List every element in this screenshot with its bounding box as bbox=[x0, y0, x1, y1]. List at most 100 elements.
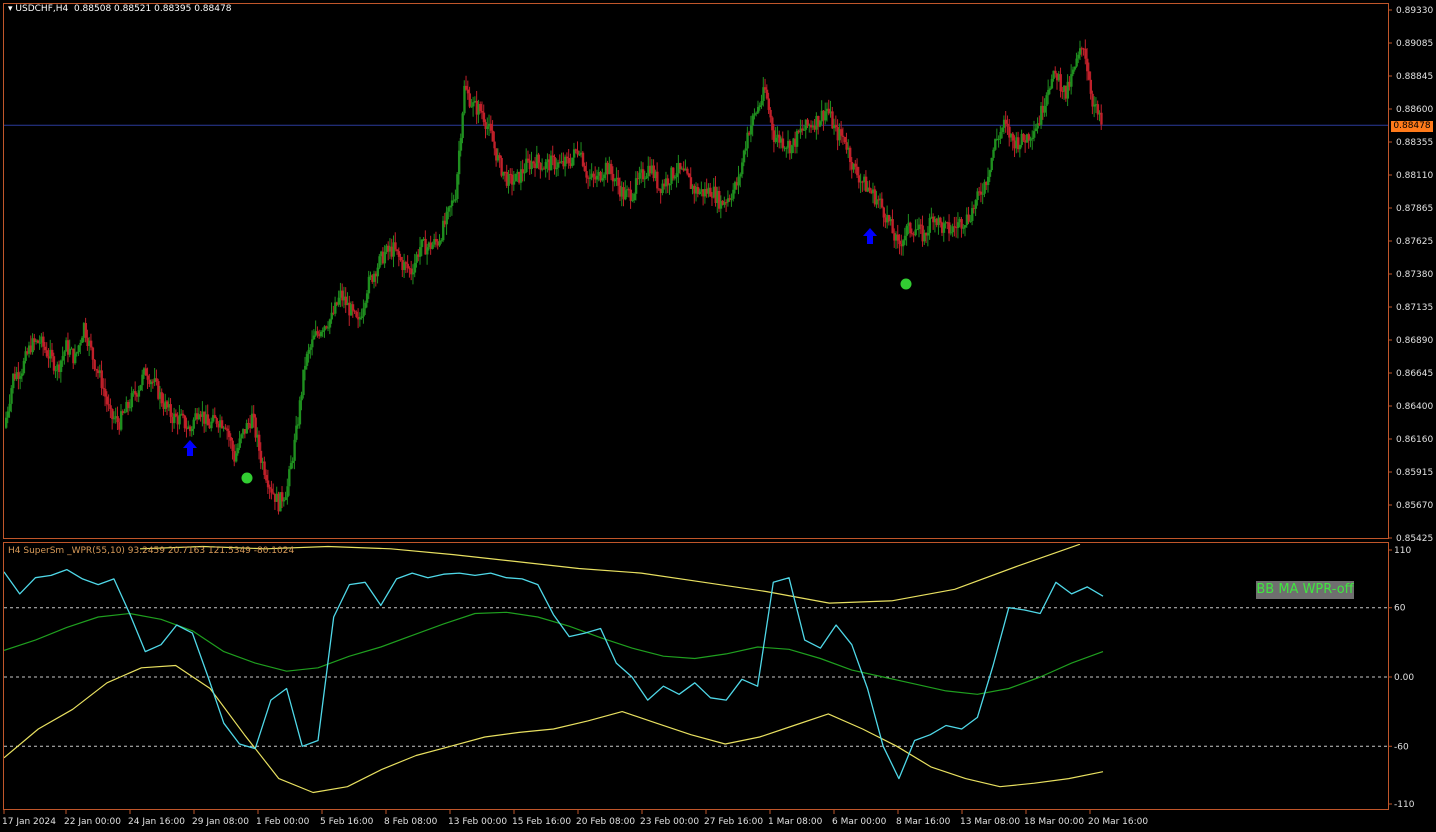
candle-body bbox=[578, 154, 581, 156]
candle-body bbox=[413, 262, 417, 273]
candle-body bbox=[155, 378, 158, 382]
candle-body bbox=[288, 469, 291, 487]
candle-body bbox=[383, 252, 387, 264]
candle-body bbox=[1077, 54, 1080, 59]
candle-body bbox=[266, 480, 270, 488]
candle-body bbox=[756, 106, 760, 113]
candle-body bbox=[581, 152, 585, 166]
candle-body bbox=[1029, 139, 1032, 141]
candle-body bbox=[93, 359, 96, 370]
candle-body bbox=[284, 497, 287, 500]
price-tick-label: 0.89085 bbox=[1396, 39, 1433, 49]
candle-body bbox=[134, 391, 137, 395]
candle-body bbox=[112, 418, 116, 420]
candle-body bbox=[22, 360, 26, 374]
candle-body bbox=[229, 437, 233, 441]
candle-body bbox=[1089, 79, 1093, 94]
candle-body bbox=[447, 207, 450, 212]
candle-body bbox=[785, 147, 788, 149]
bb-ma-wpr-toggle-button[interactable]: BB MA WPR-off bbox=[1256, 581, 1354, 599]
candle-body bbox=[411, 272, 415, 275]
candle-body bbox=[926, 232, 930, 236]
candle-body bbox=[365, 293, 369, 303]
candle-body bbox=[751, 115, 755, 126]
candle-body bbox=[843, 136, 847, 143]
candle-body bbox=[638, 172, 641, 179]
candle-body bbox=[641, 169, 645, 180]
candle-body bbox=[939, 217, 942, 223]
time-tick-label: 23 Feb 00:00 bbox=[640, 817, 699, 827]
candle-body bbox=[725, 202, 728, 204]
candle-body bbox=[988, 170, 992, 177]
time-tick-label: 27 Feb 16:00 bbox=[704, 817, 763, 827]
time-tick-label: 8 Mar 16:00 bbox=[896, 817, 951, 827]
candle-body bbox=[765, 89, 769, 99]
candle-body bbox=[111, 409, 114, 420]
candle-body bbox=[74, 353, 77, 364]
candle-body bbox=[525, 158, 528, 173]
candle-body bbox=[468, 93, 471, 107]
candle-body bbox=[1045, 95, 1048, 106]
candle-body bbox=[585, 171, 588, 178]
chart-canvas: 0.89330 0.89085 0.88845 0.88600 0.88355 0.881… bbox=[2, 6, 1433, 827]
candle-body bbox=[272, 492, 275, 494]
candle-body bbox=[919, 224, 923, 226]
candle-body bbox=[771, 117, 774, 131]
buy-arrow-icon bbox=[863, 228, 877, 244]
candle-body bbox=[967, 214, 970, 222]
candle-body bbox=[746, 132, 749, 149]
candle-body bbox=[916, 229, 919, 231]
candle-body bbox=[130, 393, 134, 408]
price-tick-label: 0.88600 bbox=[1396, 105, 1433, 115]
candle-body bbox=[470, 106, 473, 108]
candle-body bbox=[91, 347, 95, 360]
candle-body bbox=[238, 438, 241, 448]
candle-body bbox=[463, 85, 466, 114]
candle-body bbox=[406, 263, 410, 269]
candle-body bbox=[969, 220, 972, 222]
collapse-triangle-icon[interactable]: ▾ bbox=[8, 4, 13, 14]
time-tick-label: 13 Mar 08:00 bbox=[960, 817, 1020, 827]
candle-body bbox=[1054, 70, 1057, 74]
candle-body bbox=[824, 111, 827, 121]
candle-body bbox=[89, 340, 93, 348]
candle-body bbox=[63, 351, 66, 357]
candle-body bbox=[617, 177, 620, 186]
candle-body bbox=[818, 121, 822, 127]
candle-body bbox=[514, 173, 517, 182]
time-tick-label: 15 Feb 16:00 bbox=[512, 817, 571, 827]
lower-band-line bbox=[4, 664, 1104, 794]
candle-body bbox=[226, 428, 229, 431]
candle-body bbox=[749, 125, 753, 135]
price-tick-label: 0.85425 bbox=[1396, 534, 1433, 544]
candle-body bbox=[54, 370, 57, 372]
price-tick-label: 0.86400 bbox=[1396, 402, 1433, 412]
wpr-ma-line bbox=[4, 611, 1104, 695]
candle-body bbox=[1047, 89, 1050, 96]
price-tick-label: 0.87380 bbox=[1396, 270, 1433, 280]
candle-body bbox=[790, 145, 793, 154]
candle-body bbox=[286, 486, 289, 498]
candle-body bbox=[840, 129, 843, 136]
candle-body bbox=[493, 141, 496, 149]
candle-body bbox=[123, 412, 126, 414]
candle-body bbox=[781, 138, 785, 148]
candle-body bbox=[454, 199, 457, 201]
candle-body bbox=[942, 223, 946, 233]
candle-body bbox=[394, 242, 397, 250]
candle-body bbox=[259, 450, 263, 463]
candle-body bbox=[742, 150, 746, 163]
candle-body bbox=[564, 156, 567, 167]
indicator-tick-label: -110 bbox=[1394, 800, 1415, 810]
candle-body bbox=[10, 388, 13, 404]
candle-body bbox=[537, 154, 540, 163]
candle-body bbox=[307, 349, 310, 354]
candle-body bbox=[59, 360, 63, 372]
candle-body bbox=[1043, 105, 1047, 113]
candle-body bbox=[1048, 88, 1052, 90]
candle-body bbox=[774, 137, 778, 142]
candle-body bbox=[848, 147, 852, 163]
candle-body bbox=[316, 331, 319, 334]
candle-body bbox=[905, 225, 909, 236]
candle-body bbox=[956, 222, 960, 228]
